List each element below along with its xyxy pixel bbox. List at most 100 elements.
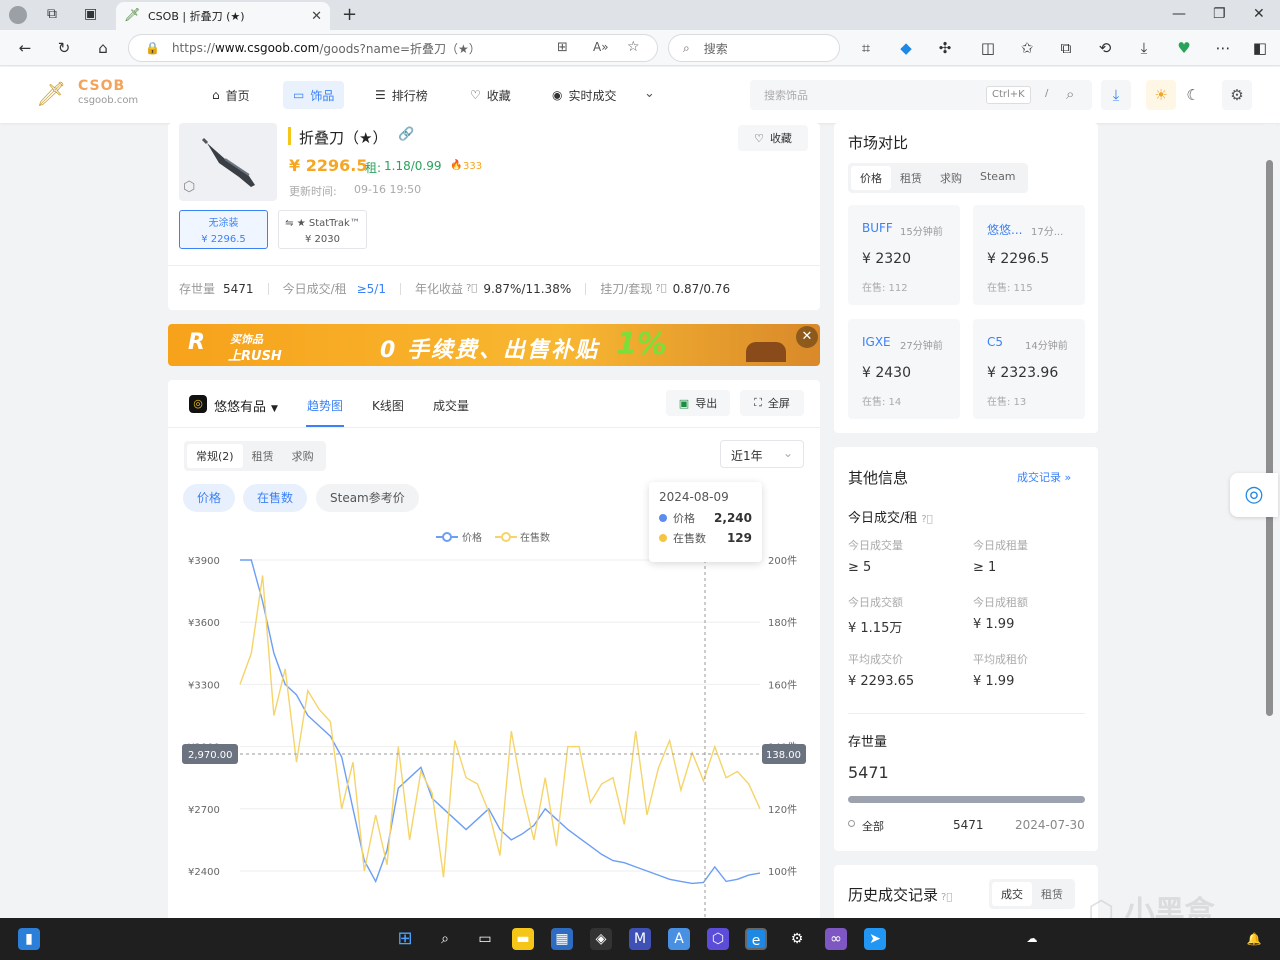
subtab-normal[interactable]: 常规(2) xyxy=(187,444,243,468)
help-icon[interactable]: ?⃝ xyxy=(921,514,932,525)
market-card-youpin[interactable]: 悠悠... 17分... ¥ 2296.5 在售: 115 xyxy=(973,205,1085,305)
tab-trend[interactable]: 趋势图 xyxy=(307,397,343,414)
nav-favorites[interactable]: ♡ 收藏 xyxy=(460,81,521,109)
link-icon[interactable]: 🔗 xyxy=(398,127,414,142)
app-m-icon[interactable]: M xyxy=(629,928,651,950)
nav-live-trades[interactable]: ◉ 实时成交 xyxy=(542,81,627,109)
restore-icon[interactable]: ❐ xyxy=(1213,6,1226,22)
taskbar-search-icon[interactable]: ⌕ xyxy=(434,928,456,950)
variant-stattrak[interactable]: ⇋ ★ StatTrak™ ¥ 2030 xyxy=(278,210,367,249)
performance-icon[interactable]: ♥ xyxy=(1175,39,1193,57)
workspaces-icon[interactable]: ⧉ xyxy=(47,6,57,22)
favorite-star-icon[interactable]: ☆ xyxy=(627,39,640,55)
downloads-icon[interactable]: ⤓ xyxy=(1135,39,1153,57)
app-view-icon[interactable]: ⊞ xyxy=(557,40,568,55)
notification-icon[interactable]: 🔔 xyxy=(1243,928,1265,950)
app-cube-icon[interactable]: ◈ xyxy=(590,928,612,950)
site-search-input[interactable]: 搜索饰品 Ctrl+K / ⌕ xyxy=(750,80,1092,110)
platform-select[interactable]: 悠悠有品 ▼ xyxy=(214,396,278,415)
app-arrow-icon[interactable]: ➤ xyxy=(864,928,886,950)
trade-records-link[interactable]: 成交记录 » xyxy=(1017,469,1071,485)
app-gear-icon[interactable]: ⚙ xyxy=(786,928,808,950)
visual-studio-icon[interactable]: ∞ xyxy=(825,928,847,950)
market-card-c5[interactable]: C5 14分钟前 ¥ 2323.96 在售: 13 xyxy=(973,319,1085,419)
pill-price[interactable]: 价格 xyxy=(183,484,236,512)
item-image[interactable]: ⬡ xyxy=(179,123,277,201)
favorite-button[interactable]: ♡ 收藏 xyxy=(738,125,808,151)
trend-chart[interactable]: ¥3900200件¥3600180件¥3300160件¥3000140件¥270… xyxy=(168,520,820,920)
history-icon[interactable]: ⟲ xyxy=(1096,39,1114,57)
tab-actions-icon[interactable]: ▣ xyxy=(84,6,97,22)
edge-browser-icon[interactable]: e xyxy=(745,928,767,950)
edge-copilot-icon[interactable]: ◎ xyxy=(1230,473,1278,517)
file-explorer-icon[interactable]: ▬ xyxy=(512,928,534,950)
stat-value-today[interactable]: ≥5/1 xyxy=(357,282,386,296)
help-icon[interactable]: ?⃝ xyxy=(655,283,666,294)
variant-no-paint[interactable]: 无涂装 ¥ 2296.5 xyxy=(179,210,268,249)
fullscreen-button[interactable]: ⛶ 全屏 xyxy=(740,390,804,416)
export-button[interactable]: ▣ 导出 xyxy=(666,390,730,416)
market-tab-buy[interactable]: 求购 xyxy=(931,166,971,190)
extension-bird-icon[interactable]: ◆ xyxy=(897,39,915,57)
browser-tab-active[interactable]: 🗡 CSOB | 折叠刀 (★) ✕ xyxy=(116,2,330,30)
sidebar-toggle-icon[interactable]: ◧ xyxy=(1251,39,1269,57)
logo-title[interactable]: CSOB xyxy=(78,78,125,94)
nav-home[interactable]: ⌂ 首页 xyxy=(202,81,260,109)
address-bar[interactable]: 🔒 https:// www.csgoob.com /goods?name=折叠… xyxy=(128,34,658,62)
subtab-rent[interactable]: 租赁 xyxy=(243,444,283,468)
market-tab-price[interactable]: 价格 xyxy=(851,166,891,190)
scrollbar-thumb[interactable] xyxy=(1266,160,1273,716)
nav-ranking[interactable]: ☰ 排行榜 xyxy=(365,81,438,109)
range-select[interactable]: 近1年 ⌄ xyxy=(720,440,804,468)
nav-items[interactable]: ▭ 饰品 xyxy=(283,81,345,109)
more-menu-icon[interactable]: ⋯ xyxy=(1214,39,1232,57)
split-screen-icon[interactable]: ◫ xyxy=(979,39,997,57)
subtab-buy[interactable]: 求购 xyxy=(283,444,323,468)
screenshot-icon[interactable]: ⌗ xyxy=(857,39,875,57)
read-aloud-icon[interactable]: A» xyxy=(593,40,609,54)
window-close-icon[interactable]: ✕ xyxy=(1253,6,1265,22)
help-icon[interactable]: ?⃝ xyxy=(466,283,477,294)
banner-close-icon[interactable]: ✕ xyxy=(796,326,818,348)
market-card-buff[interactable]: BUFF 15分钟前 ¥ 2320 在售: 112 xyxy=(848,205,960,305)
pill-on-sale[interactable]: 在售数 xyxy=(243,484,308,512)
nav-more-chevron-icon[interactable]: ⌄ xyxy=(644,86,655,101)
market-card-igxe[interactable]: IGXE 27分钟前 ¥ 2430 在售: 14 xyxy=(848,319,960,419)
light-mode-icon[interactable]: ☀ xyxy=(1146,80,1176,110)
page-scrollbar[interactable] xyxy=(1264,124,1276,916)
network-icon[interactable]: ☁ xyxy=(1021,928,1043,950)
csob-logo-icon[interactable]: 🗡 xyxy=(36,80,70,110)
history-tab-trade[interactable]: 成交 xyxy=(992,882,1032,906)
collections-icon[interactable]: ⧉ xyxy=(1057,39,1075,57)
help-icon[interactable]: ?⃝ xyxy=(941,892,952,903)
tab-volume[interactable]: 成交量 xyxy=(433,397,469,414)
minimize-icon[interactable]: — xyxy=(1172,6,1186,22)
market-tab-steam[interactable]: Steam xyxy=(971,166,1025,190)
cell-label: 今日成交额 xyxy=(848,596,903,609)
favorites-icon[interactable]: ✩ xyxy=(1018,39,1036,57)
store-icon[interactable]: ▦ xyxy=(551,928,573,950)
profile-icon[interactable] xyxy=(9,6,27,24)
rush-ad-banner[interactable]: R 买饰品 上RUSH 0 手续费、出售补贴 1% ✕ xyxy=(168,324,820,366)
tab-close-icon[interactable]: ✕ xyxy=(311,9,322,24)
download-icon[interactable]: ⤓ xyxy=(1101,80,1131,110)
home-icon[interactable]: ⌂ xyxy=(94,39,112,57)
site-search-icon[interactable]: ⌕ xyxy=(1066,85,1074,103)
3d-view-icon[interactable]: ⬡ xyxy=(183,179,195,195)
start-windows-icon[interactable]: ⊞ xyxy=(394,928,416,950)
market-tab-rent[interactable]: 租赁 xyxy=(891,166,931,190)
tab-kline[interactable]: K线图 xyxy=(372,397,404,414)
new-tab-icon[interactable]: + xyxy=(342,4,357,25)
browser-search-box[interactable]: ⌕ 搜索 xyxy=(668,34,840,62)
task-view-icon[interactable]: ▭ xyxy=(474,928,496,950)
pill-steam-ref[interactable]: Steam参考价 xyxy=(316,484,419,512)
app-hex-icon[interactable]: ⬡ xyxy=(707,928,729,950)
widgets-icon[interactable]: ▮ xyxy=(18,928,40,950)
refresh-icon[interactable]: ↻ xyxy=(55,39,73,57)
history-tab-rent[interactable]: 租赁 xyxy=(1032,882,1072,906)
app-a-icon[interactable]: A xyxy=(668,928,690,950)
back-icon[interactable]: ← xyxy=(16,39,34,57)
dark-mode-icon[interactable]: ☾ xyxy=(1178,80,1208,110)
settings-gear-icon[interactable]: ⚙ xyxy=(1222,80,1252,110)
extensions-icon[interactable]: ✣ xyxy=(936,39,954,57)
